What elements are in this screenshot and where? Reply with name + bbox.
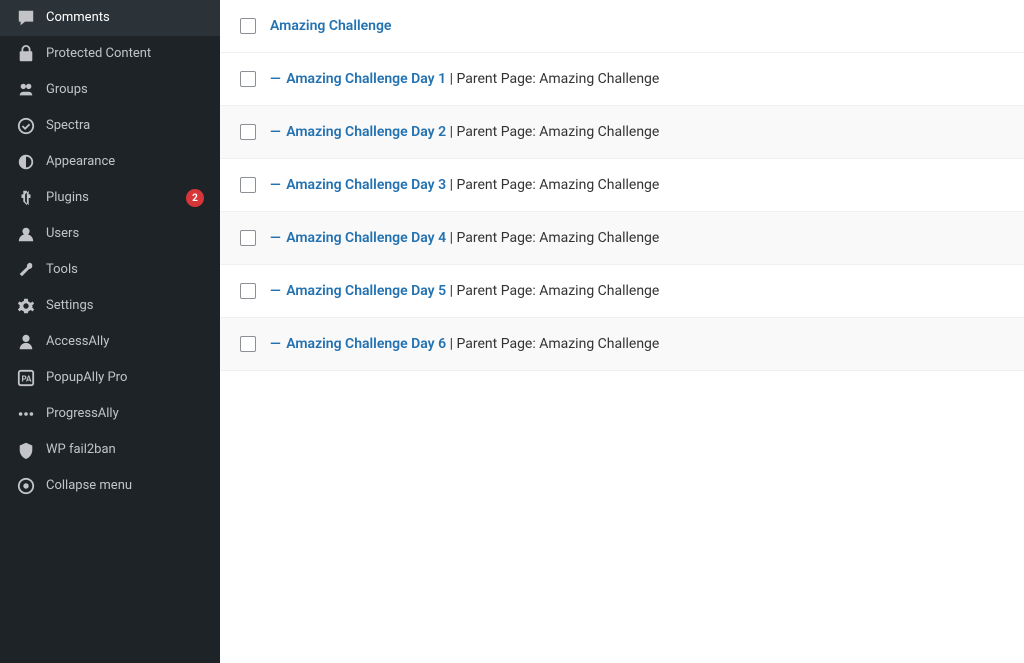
sidebar-item-settings[interactable]: Settings — [0, 288, 220, 324]
plugins-badge: 2 — [186, 189, 204, 207]
row-separator-6: | — [446, 336, 456, 352]
row-dash-2: — — [270, 124, 284, 140]
row-link-3[interactable]: Amazing Challenge Day 3 — [286, 177, 446, 193]
page-list: Amazing Challenge — Amazing Challenge Day… — [220, 0, 1024, 371]
progressally-icon — [16, 404, 36, 424]
row-checkbox-5[interactable] — [240, 283, 256, 299]
sidebar-label-appearance: Appearance — [46, 154, 204, 171]
row-checkbox-0[interactable] — [240, 18, 256, 34]
sidebar-label-comments: Comments — [46, 10, 204, 27]
accessally-icon — [16, 332, 36, 352]
spectra-icon — [16, 116, 36, 136]
sidebar-item-spectra[interactable]: Spectra — [0, 108, 220, 144]
groups-icon — [16, 80, 36, 100]
row-dash-4: — — [270, 230, 284, 246]
sidebar-item-accessally[interactable]: AccessAlly — [0, 324, 220, 360]
sidebar-label-accessally: AccessAlly — [46, 334, 204, 351]
row-separator-3: | — [446, 177, 456, 193]
row-dash-5: — — [270, 283, 284, 299]
appearance-icon — [16, 152, 36, 172]
table-row: — Amazing Challenge Day 5 | Parent Page:… — [220, 265, 1024, 318]
row-dash-6: — — [270, 336, 284, 352]
row-text-3: — Amazing Challenge Day 3 | Parent Page:… — [270, 177, 659, 193]
row-checkbox-1[interactable] — [240, 71, 256, 87]
popupally-pro-icon: PA — [16, 368, 36, 388]
row-text-5: — Amazing Challenge Day 5 | Parent Page:… — [270, 283, 659, 299]
table-row: Amazing Challenge — [220, 0, 1024, 53]
row-text-0: Amazing Challenge — [270, 18, 391, 34]
protected-content-icon — [16, 44, 36, 64]
sidebar-label-popupally-pro: PopupAlly Pro — [46, 370, 204, 387]
sidebar-label-wp-fail2ban: WP fail2ban — [46, 442, 204, 459]
row-checkbox-2[interactable] — [240, 124, 256, 140]
sidebar-item-progressally[interactable]: ProgressAlly — [0, 396, 220, 432]
wp-fail2ban-icon — [16, 440, 36, 460]
row-link-4[interactable]: Amazing Challenge Day 4 — [286, 230, 446, 246]
sidebar-label-plugins: Plugins — [46, 190, 176, 207]
sidebar-label-tools: Tools — [46, 262, 204, 279]
row-separator-1: | — [446, 71, 456, 87]
row-parent-6: Parent Page: Amazing Challenge — [457, 336, 660, 352]
row-parent-3: Parent Page: Amazing Challenge — [457, 177, 660, 193]
sidebar-item-groups[interactable]: Groups — [0, 72, 220, 108]
row-dash-3: — — [270, 177, 284, 193]
plugins-icon — [16, 188, 36, 208]
users-icon — [16, 224, 36, 244]
table-row: — Amazing Challenge Day 4 | Parent Page:… — [220, 212, 1024, 265]
row-parent-2: Parent Page: Amazing Challenge — [457, 124, 660, 140]
tools-icon — [16, 260, 36, 280]
row-dash-1: — — [270, 71, 284, 87]
row-text-1: — Amazing Challenge Day 1 | Parent Page:… — [270, 71, 659, 87]
sidebar-item-comments[interactable]: Comments — [0, 0, 220, 36]
row-checkbox-4[interactable] — [240, 230, 256, 246]
row-separator-2: | — [446, 124, 456, 140]
row-text-2: — Amazing Challenge Day 2 | Parent Page:… — [270, 124, 659, 140]
sidebar-item-collapse-menu[interactable]: Collapse menu — [0, 468, 220, 504]
row-separator-4: | — [446, 230, 456, 246]
row-checkbox-3[interactable] — [240, 177, 256, 193]
sidebar-label-progressally: ProgressAlly — [46, 406, 204, 423]
table-row: — Amazing Challenge Day 1 | Parent Page:… — [220, 53, 1024, 106]
collapse-menu-icon — [16, 476, 36, 496]
row-parent-1: Parent Page: Amazing Challenge — [457, 71, 660, 87]
sidebar-item-plugins[interactable]: Plugins 2 — [0, 180, 220, 216]
row-link-5[interactable]: Amazing Challenge Day 5 — [286, 283, 446, 299]
sidebar-item-appearance[interactable]: Appearance — [0, 144, 220, 180]
row-parent-4: Parent Page: Amazing Challenge — [457, 230, 660, 246]
settings-icon — [16, 296, 36, 316]
row-parent-5: Parent Page: Amazing Challenge — [457, 283, 660, 299]
row-text-6: — Amazing Challenge Day 6 | Parent Page:… — [270, 336, 659, 352]
sidebar-label-users: Users — [46, 226, 204, 243]
sidebar-item-popupally-pro[interactable]: PA PopupAlly Pro — [0, 360, 220, 396]
table-row: — Amazing Challenge Day 2 | Parent Page:… — [220, 106, 1024, 159]
table-row: — Amazing Challenge Day 6 | Parent Page:… — [220, 318, 1024, 371]
sidebar-item-wp-fail2ban[interactable]: WP fail2ban — [0, 432, 220, 468]
sidebar-item-protected-content[interactable]: Protected Content — [0, 36, 220, 72]
sidebar-label-spectra: Spectra — [46, 118, 204, 135]
sidebar-label-collapse-menu: Collapse menu — [46, 478, 204, 495]
row-checkbox-6[interactable] — [240, 336, 256, 352]
row-link-2[interactable]: Amazing Challenge Day 2 — [286, 124, 446, 140]
sidebar-item-users[interactable]: Users — [0, 216, 220, 252]
sidebar-label-protected-content: Protected Content — [46, 46, 204, 63]
main-content: Amazing Challenge — Amazing Challenge Day… — [220, 0, 1024, 663]
row-text-4: — Amazing Challenge Day 4 | Parent Page:… — [270, 230, 659, 246]
sidebar: Comments Protected Content Groups Spectra Ap… — [0, 0, 220, 663]
table-row: — Amazing Challenge Day 3 | Parent Page:… — [220, 159, 1024, 212]
row-link-0[interactable]: Amazing Challenge — [270, 18, 391, 34]
sidebar-item-tools[interactable]: Tools — [0, 252, 220, 288]
comments-icon — [16, 8, 36, 28]
svg-text:PA: PA — [22, 374, 33, 384]
sidebar-label-settings: Settings — [46, 298, 204, 315]
row-separator-5: | — [446, 283, 456, 299]
sidebar-label-groups: Groups — [46, 82, 204, 99]
row-link-1[interactable]: Amazing Challenge Day 1 — [286, 71, 446, 87]
row-link-6[interactable]: Amazing Challenge Day 6 — [286, 336, 446, 352]
